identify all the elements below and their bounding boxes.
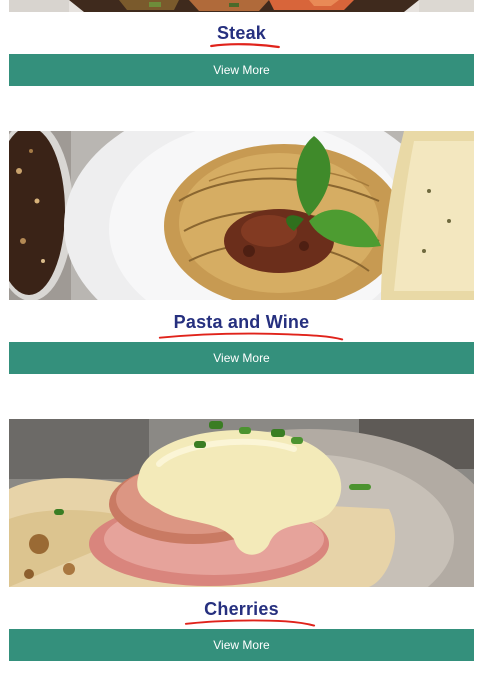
cherries-title-wrap: Cherries: [9, 599, 474, 627]
menu-card-steak: Steak View More: [9, 0, 474, 86]
red-underline-annotation: [210, 43, 280, 49]
menu-card-cherries: Cherries View More: [9, 419, 474, 661]
view-more-label: View More: [213, 63, 270, 77]
eggs-benedict-image: [9, 419, 474, 587]
pasta-title-wrap: Pasta and Wine: [9, 312, 474, 341]
card-title-text: Cherries: [204, 599, 279, 619]
view-more-label: View More: [213, 638, 270, 652]
red-underline-annotation: [158, 332, 343, 341]
view-more-button[interactable]: View More: [9, 54, 474, 86]
steak-image: [9, 0, 474, 12]
view-more-label: View More: [213, 351, 270, 365]
view-more-button[interactable]: View More: [9, 342, 474, 374]
card-title-text: Pasta and Wine: [173, 312, 310, 332]
card-title: Cherries: [185, 599, 316, 627]
view-more-button[interactable]: View More: [9, 629, 474, 661]
red-underline-annotation: [185, 619, 316, 627]
menu-card-pasta-and-wine: Pasta and Wine View More: [9, 131, 474, 374]
card-title: Steak: [210, 23, 280, 49]
pasta-image: [9, 131, 474, 300]
card-title: Pasta and Wine: [158, 312, 343, 341]
steak-title-wrap: Steak: [9, 23, 474, 49]
